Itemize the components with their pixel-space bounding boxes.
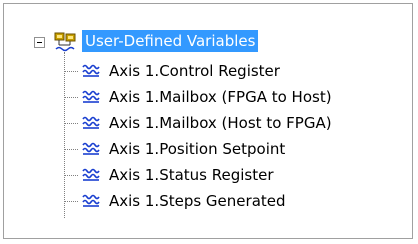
tree-view-panel: User-Defined Variables Axis 1.Control Re…: [3, 3, 413, 239]
variables-tree: User-Defined Variables Axis 1.Control Re…: [4, 4, 412, 238]
tree-connector-branch: [64, 149, 78, 150]
tree-item-variable[interactable]: Axis 1.Mailbox (Host to FPGA): [64, 112, 404, 134]
tree-connector-branch: [64, 201, 78, 202]
tree-item-variable[interactable]: Axis 1.Steps Generated: [64, 190, 404, 212]
tree-item-variable[interactable]: Axis 1.Mailbox (FPGA to Host): [64, 86, 404, 108]
tree-item-label: Axis 1.Control Register: [109, 62, 280, 80]
tree-item-label: Axis 1.Mailbox (Host to FPGA): [109, 114, 332, 132]
collapse-minus-icon[interactable]: [34, 37, 45, 48]
tree-connector-branch: [64, 97, 78, 98]
tree-item-variable[interactable]: Axis 1.Control Register: [64, 60, 404, 82]
tree-item-variable[interactable]: Axis 1.Status Register: [64, 164, 404, 186]
variable-icon: [82, 90, 100, 103]
tree-item-label: Axis 1.Steps Generated: [109, 192, 286, 210]
variable-icon: [82, 116, 100, 129]
network-variables-icon: [54, 32, 76, 52]
variable-icon: [82, 194, 100, 207]
tree-item-variable[interactable]: Axis 1.Position Setpoint: [64, 138, 404, 160]
variable-icon: [82, 64, 100, 77]
tree-connector-branch: [64, 123, 78, 124]
variable-icon: [82, 142, 100, 155]
tree-item-label: Axis 1.Position Setpoint: [109, 140, 286, 158]
tree-connector-branch: [64, 175, 78, 176]
tree-item-label: Axis 1.Mailbox (FPGA to Host): [109, 88, 332, 106]
tree-connector-branch: [64, 71, 78, 72]
tree-root-user-defined-variables[interactable]: User-Defined Variables: [82, 30, 259, 52]
variable-icon: [82, 168, 100, 181]
tree-item-label: Axis 1.Status Register: [109, 166, 274, 184]
